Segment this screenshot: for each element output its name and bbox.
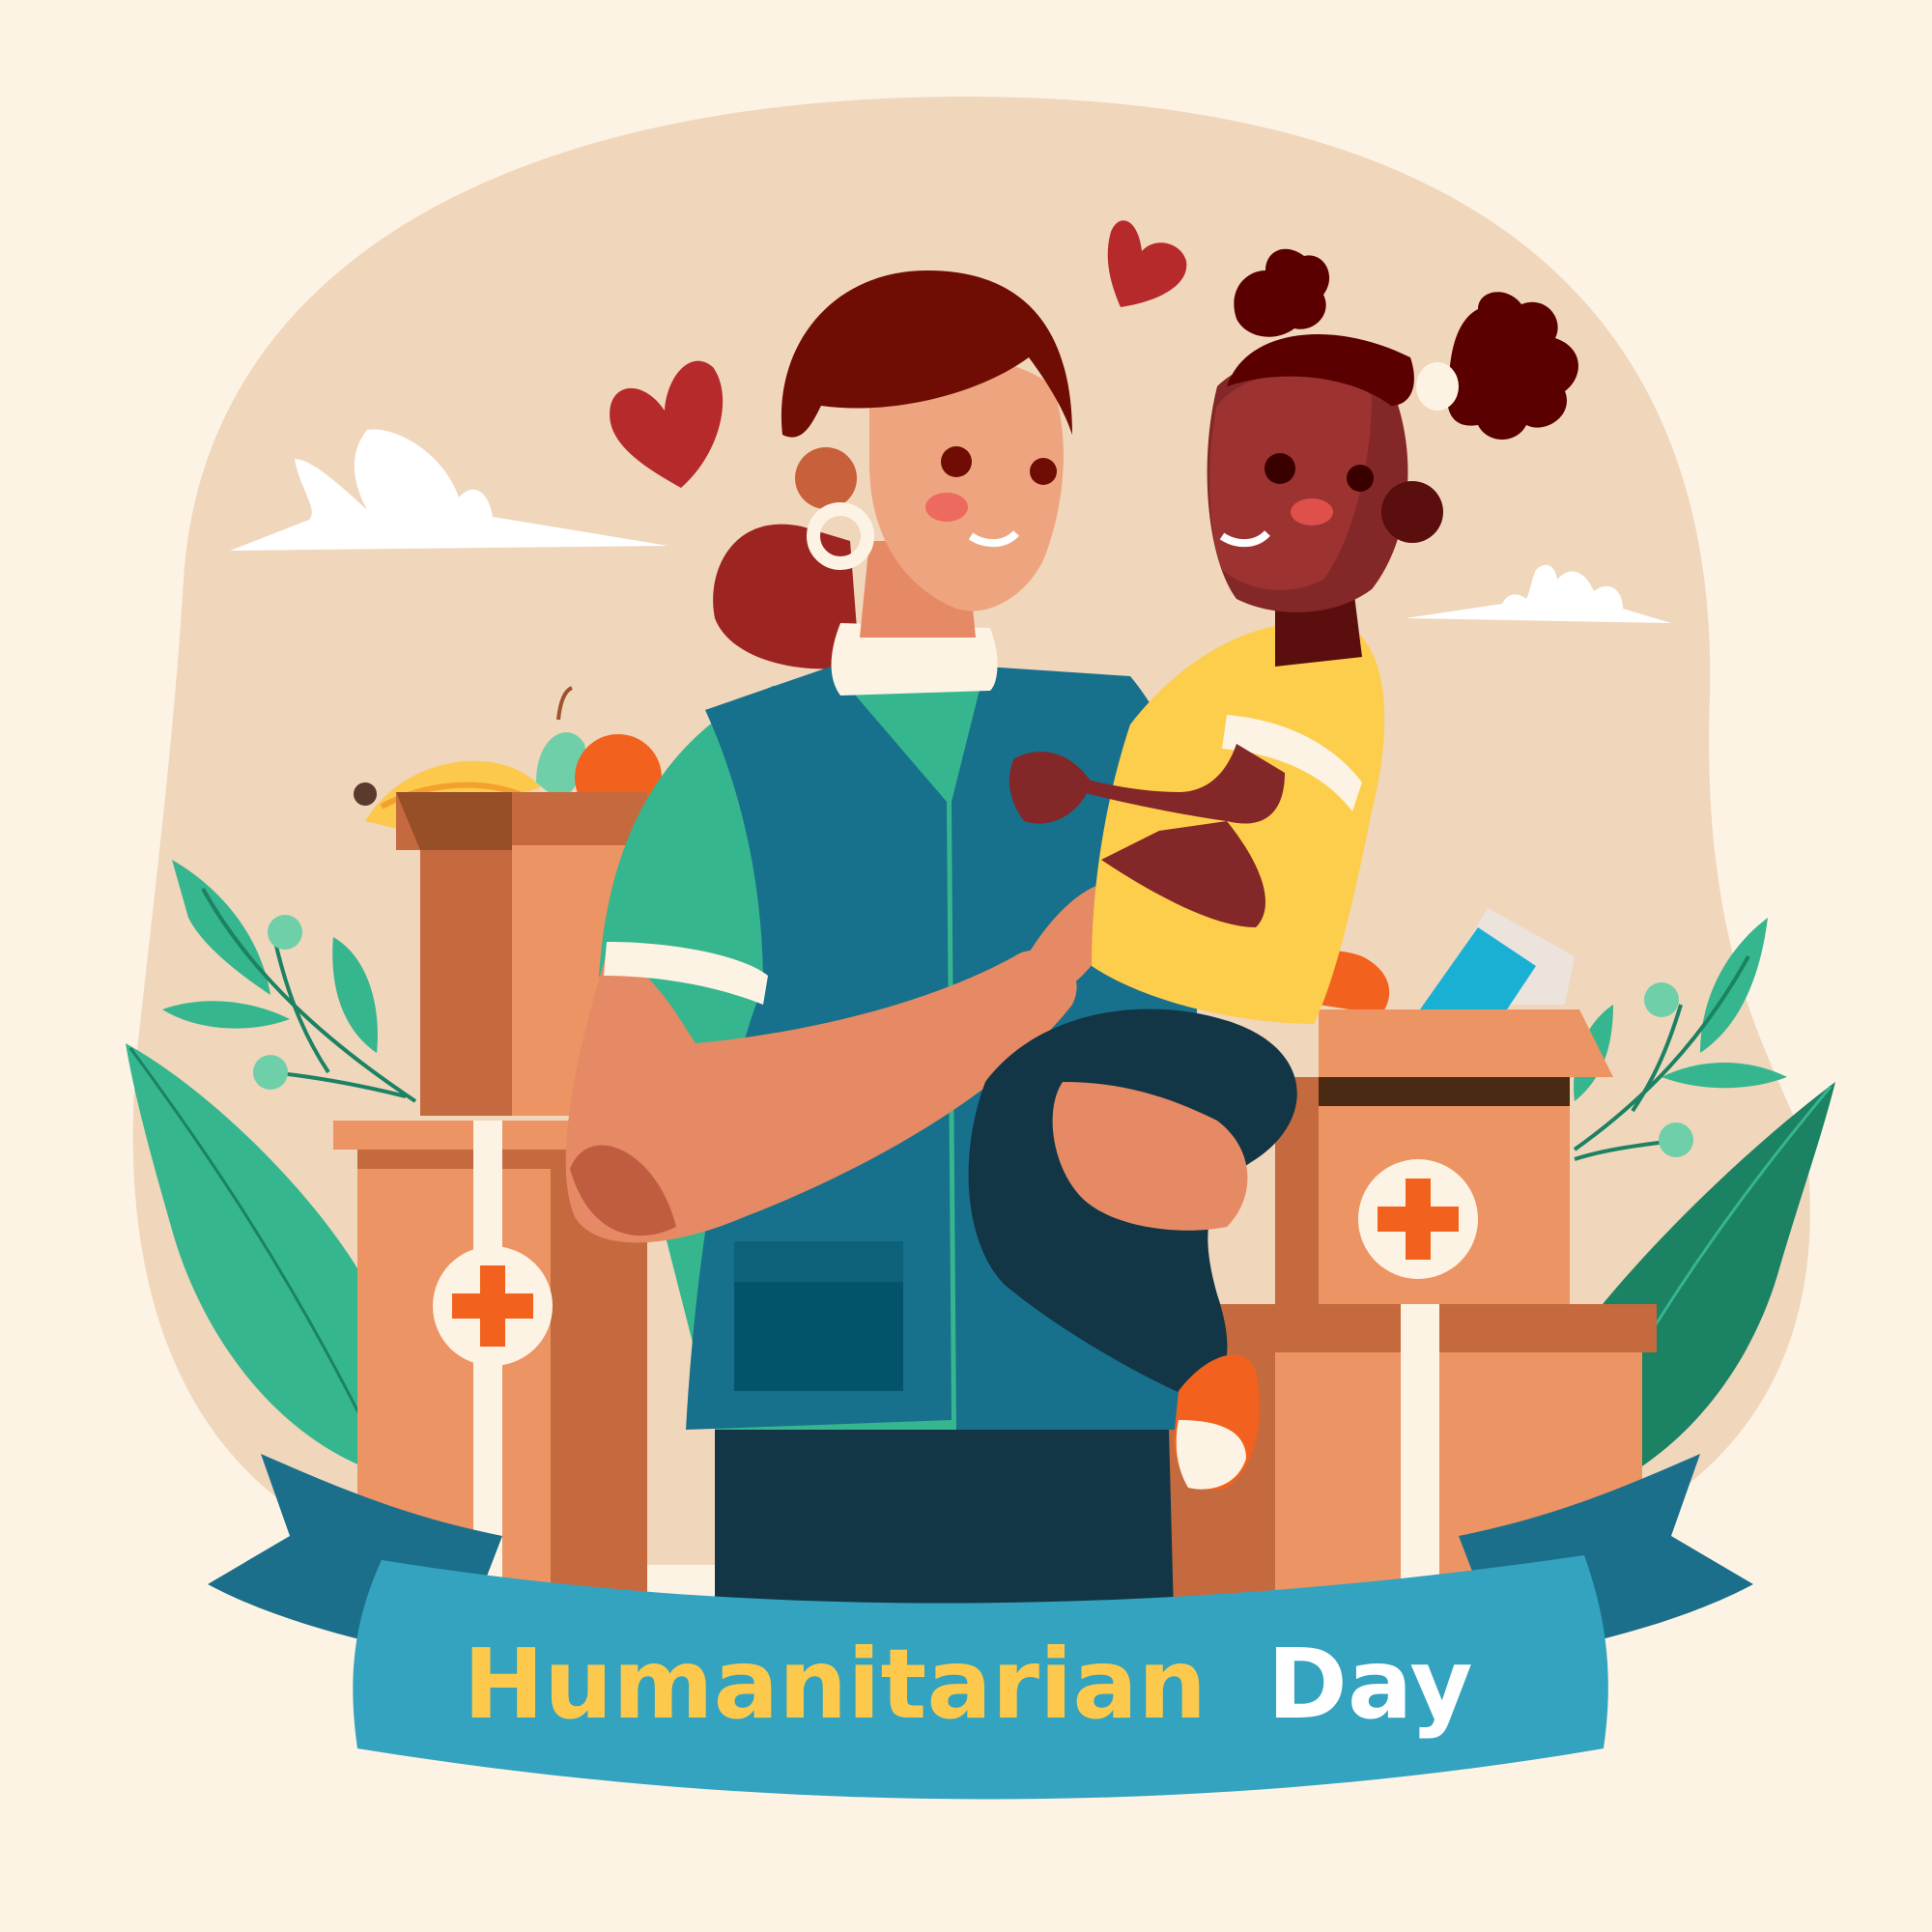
berry-icon bbox=[1644, 982, 1679, 1017]
woman-eye bbox=[1030, 458, 1057, 485]
berry-icon bbox=[253, 1055, 288, 1090]
child-eye bbox=[1264, 453, 1295, 484]
banner-word-humanitarian: Humanitarian bbox=[463, 1628, 1207, 1741]
child-eye bbox=[1347, 465, 1374, 492]
woman-pants bbox=[715, 1430, 1174, 1613]
woman-eye bbox=[941, 446, 972, 477]
berry-icon bbox=[268, 915, 302, 950]
child-cheek bbox=[1291, 498, 1333, 526]
child-ear bbox=[1381, 481, 1443, 543]
woman-cheek bbox=[925, 493, 968, 522]
berry-icon bbox=[1659, 1122, 1693, 1157]
woman-ear bbox=[795, 447, 857, 509]
illustration-scene: Humanitarian Day bbox=[0, 0, 1932, 1932]
child-hair-tie bbox=[1416, 362, 1459, 411]
banner-title: Humanitarian Day bbox=[463, 1628, 1472, 1741]
scene-svg: Humanitarian Day bbox=[126, 97, 1835, 1800]
banner-word-day: Day bbox=[1267, 1628, 1473, 1741]
vest-pocket-flap bbox=[734, 1241, 903, 1282]
